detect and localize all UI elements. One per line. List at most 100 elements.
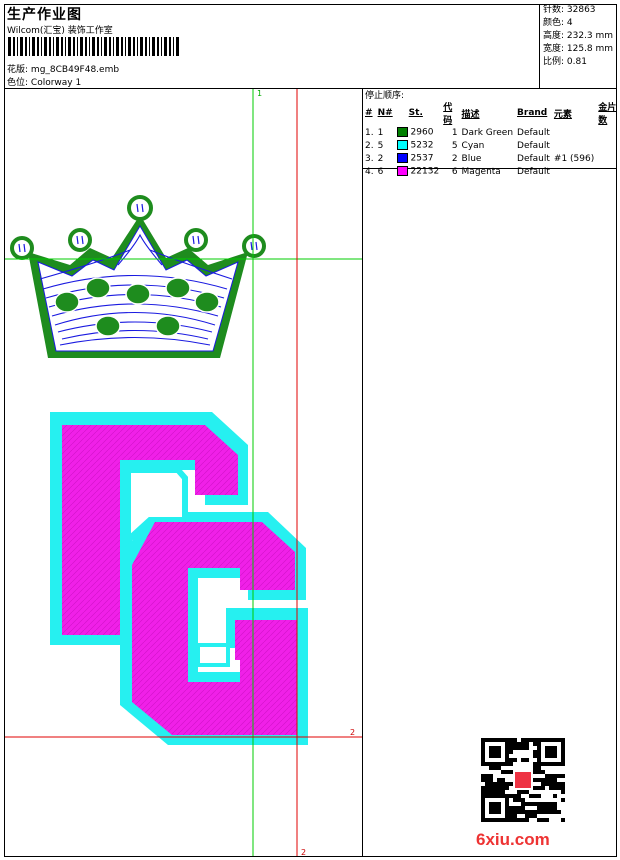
qr-module <box>541 818 545 822</box>
row-stitches: 2960 <box>410 127 434 138</box>
qr-module <box>513 758 517 762</box>
barcode-bar <box>157 37 159 56</box>
barcode <box>8 37 179 56</box>
qr-module <box>513 798 517 802</box>
barcode-bar <box>41 37 42 56</box>
col-element: 元素 <box>553 109 572 120</box>
qr-module <box>513 818 517 822</box>
qr-module <box>537 766 541 770</box>
qr-module <box>509 806 513 810</box>
green-guide-label: 1 <box>257 89 263 98</box>
qr-module <box>557 786 561 790</box>
qr-module <box>509 738 513 742</box>
row-index: 4. <box>365 166 374 177</box>
qr-module <box>553 802 557 806</box>
page-title: 生产作业图 <box>7 7 82 23</box>
qr-module <box>561 790 565 794</box>
qr-module <box>509 742 513 746</box>
qr-module <box>553 806 557 810</box>
qr-module <box>521 802 525 806</box>
qr-module <box>509 814 513 818</box>
qr-module <box>525 738 529 742</box>
qr-module <box>545 818 549 822</box>
barcode-bar <box>13 37 15 56</box>
qr-module <box>525 810 529 814</box>
stop-sequence-table: # N# St. 代码 描述 Brand 元素 金片数 1. 1 2960 1 … <box>363 100 620 178</box>
barcode-bar <box>49 37 51 56</box>
qr-module <box>545 806 549 810</box>
qr-module <box>485 790 489 794</box>
barcode-bar <box>32 37 35 56</box>
barcode-bar <box>29 37 30 56</box>
qr-module <box>537 818 541 822</box>
qr-module <box>489 774 493 778</box>
row-stitches: 5232 <box>410 140 434 151</box>
stop-row: 4. 6 22132 6 Magenta Default <box>363 165 620 178</box>
qr-module <box>537 786 541 790</box>
row-needle: 6 <box>377 166 384 177</box>
barcode-bar <box>44 37 47 56</box>
row-index: 3. <box>365 153 374 164</box>
qr-module <box>549 802 553 806</box>
qr-module <box>493 790 497 794</box>
barcode-bar <box>68 37 71 56</box>
qr-module <box>485 778 489 782</box>
row-needle: 2 <box>377 153 384 164</box>
row-index: 1. <box>365 127 374 138</box>
qr-module <box>509 750 513 754</box>
row-stitches-cell: 2960 <box>395 126 442 139</box>
barcode-bar <box>89 37 90 56</box>
qr-module <box>541 778 545 782</box>
qr-module <box>533 814 537 818</box>
stop-row: 1. 1 2960 1 Dark Green Default <box>363 126 620 139</box>
col-index: # <box>365 108 373 118</box>
company-name: Wilcom(汇宝) 装饰工作室 <box>7 26 113 36</box>
col-needle: N# <box>377 108 393 118</box>
barcode-bar <box>145 37 147 56</box>
barcode-bar <box>73 37 75 56</box>
row-stitches-cell: 5232 <box>395 139 442 152</box>
barcode-bar <box>133 37 135 56</box>
qr-module <box>485 786 489 790</box>
qr-module <box>549 786 553 790</box>
row-element <box>552 139 596 152</box>
qr-module <box>549 806 553 810</box>
design-filename: mg_8CB49F48.emb <box>30 65 120 75</box>
qr-module <box>513 746 517 750</box>
qr-module <box>517 818 521 822</box>
qr-module <box>541 810 545 814</box>
qr-module <box>545 810 549 814</box>
barcode-bar <box>101 37 102 56</box>
qr-module <box>513 738 517 742</box>
qr-module <box>541 802 545 806</box>
row-needle: 5 <box>377 140 384 151</box>
qr-module <box>517 798 521 802</box>
qr-module <box>561 818 565 822</box>
qr-module <box>553 774 557 778</box>
qr-module <box>493 766 497 770</box>
qr-module <box>537 810 541 814</box>
qr-module <box>537 806 541 810</box>
qr-logo <box>515 772 531 788</box>
barcode-bar <box>104 37 107 56</box>
qr-module <box>549 774 553 778</box>
qr-module <box>525 814 529 818</box>
qr-module <box>533 738 537 742</box>
qr-module <box>501 790 505 794</box>
qr-module <box>517 790 521 794</box>
qr-module <box>493 782 497 786</box>
col-description: 描述 <box>461 109 480 120</box>
thread-swatch <box>396 166 408 177</box>
qr-module <box>537 778 541 782</box>
qr-module <box>485 782 489 786</box>
barcode-bar <box>176 37 179 56</box>
stitch-count: 针数: 32863 <box>543 5 596 15</box>
qr-module <box>481 786 485 790</box>
qr-module <box>549 810 553 814</box>
qr-module <box>529 802 533 806</box>
qr-module <box>521 758 525 762</box>
row-element <box>552 126 596 139</box>
qr-module <box>553 786 557 790</box>
qr-module <box>553 782 557 786</box>
barcode-bar <box>85 37 87 56</box>
